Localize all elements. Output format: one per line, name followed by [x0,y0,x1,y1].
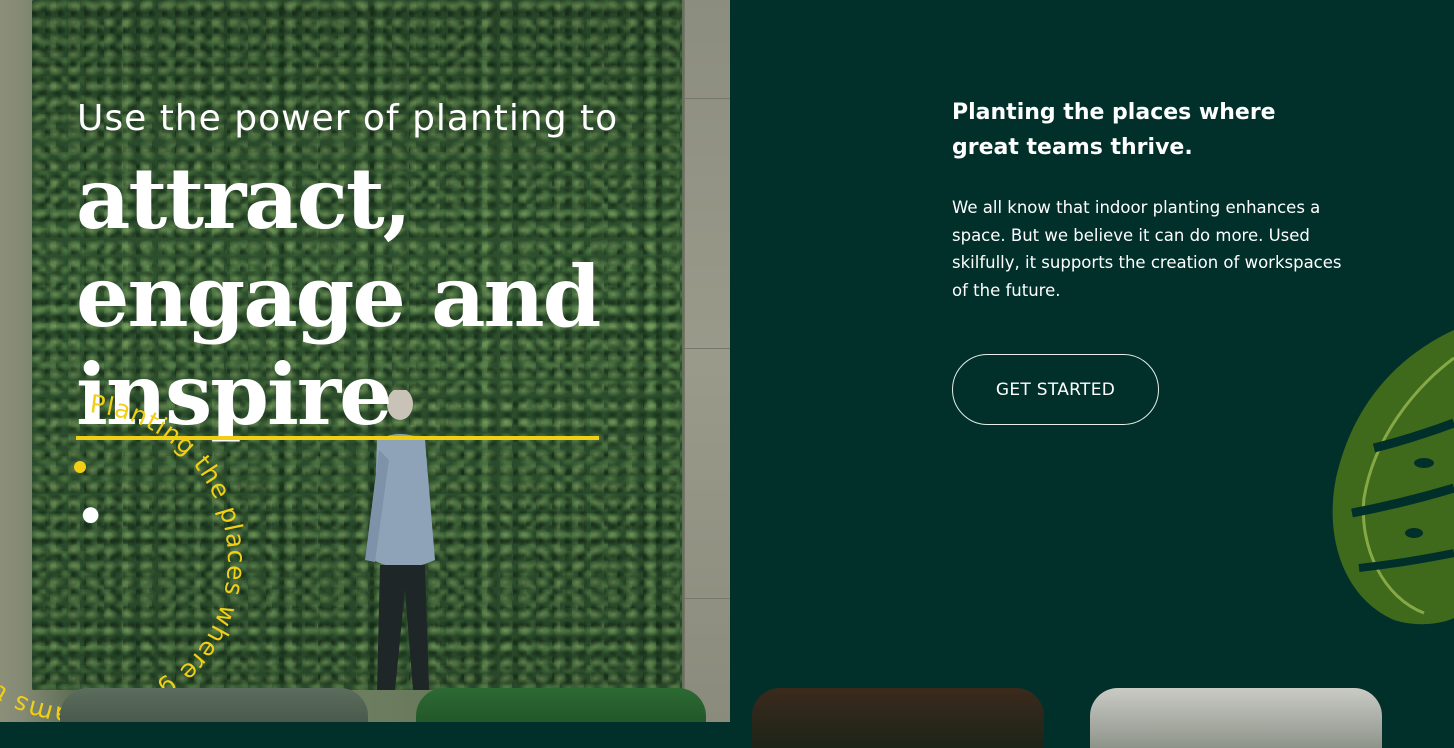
wall-panel [684,0,730,722]
intro-heading: Planting the places where great teams th… [952,100,1276,160]
headline-line-1: attract, [76,149,412,248]
hero-image-section: Use the power of planting to attract, en… [0,0,730,722]
circular-tagline: Planting the places where great teams th… [0,370,251,722]
monstera-leaf-icon [1332,330,1454,625]
plant-card-thumbnail[interactable] [416,688,706,722]
headline-line-2: engage and [76,247,601,346]
circular-tagline-text: Planting the places where great teams th… [0,370,250,722]
plant-card-thumbnail[interactable] [752,688,1044,748]
get-started-button[interactable]: GET STARTED [952,354,1159,425]
tagline-dot-icon [74,461,86,473]
intro-section: Planting the places where great teams th… [730,0,1454,748]
svg-text:Planting the places where grea: Planting the places where great teams th… [0,370,251,722]
plant-card-thumbnail[interactable] [1090,688,1382,748]
hero-eyebrow: Use the power of planting to [77,98,619,139]
intro-body: We all know that indoor planting enhance… [952,198,1342,300]
plant-card-thumbnail[interactable] [60,688,368,722]
